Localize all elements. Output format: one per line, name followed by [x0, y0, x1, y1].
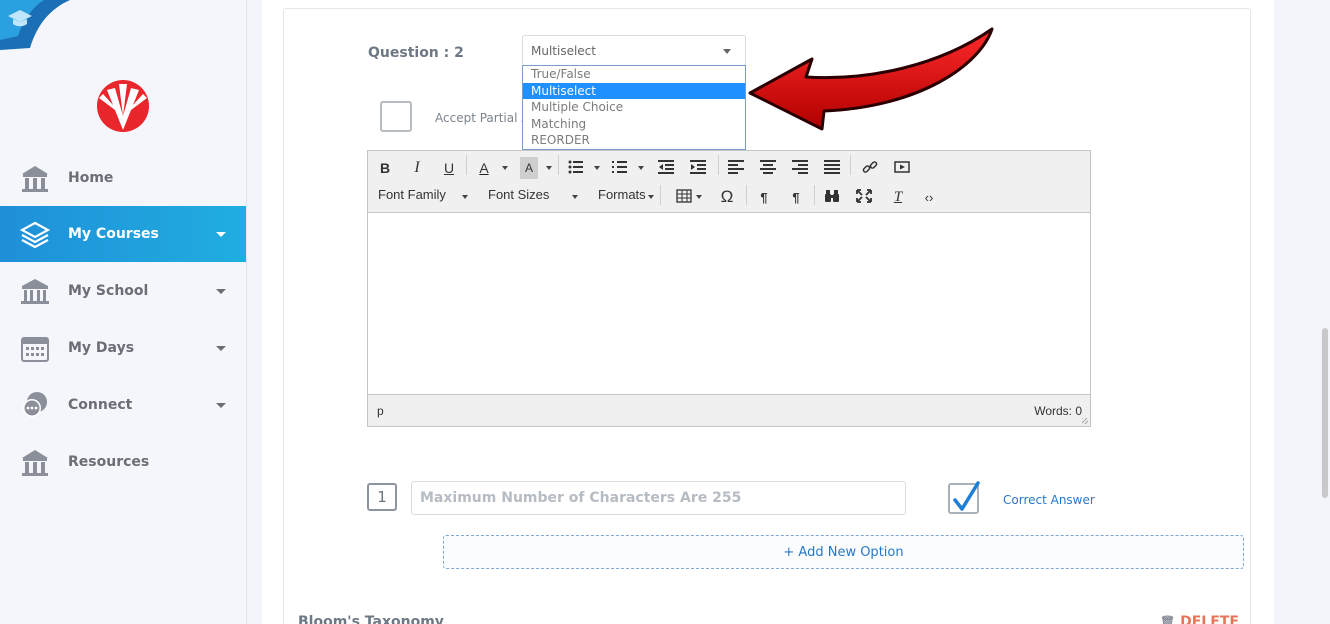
- background-color-button[interactable]: A: [520, 157, 538, 179]
- font-family-select[interactable]: Font Family: [378, 187, 446, 202]
- bold-button[interactable]: B: [376, 157, 394, 179]
- chevron-down-icon[interactable]: [216, 403, 226, 408]
- editor-statusbar: p Words: 0: [368, 394, 1090, 426]
- align-justify-icon[interactable]: [824, 159, 840, 175]
- toolbar-separator: [466, 155, 467, 175]
- accept-partial-label: Accept Partial A: [435, 111, 530, 125]
- sidebar: Home My Courses My School My Days Connec…: [0, 0, 247, 624]
- resize-handle-icon[interactable]: [1082, 418, 1088, 424]
- text-color-button[interactable]: A: [474, 157, 494, 179]
- chevron-down-icon[interactable]: [546, 166, 552, 170]
- sidebar-item-my-school[interactable]: My School: [0, 263, 246, 319]
- layers-icon: [20, 221, 50, 248]
- chevron-down-icon[interactable]: [216, 289, 226, 294]
- binoculars-icon[interactable]: [824, 189, 840, 203]
- chevron-down-icon[interactable]: [594, 166, 600, 170]
- dropdown-option-reorder[interactable]: REORDER: [523, 132, 745, 149]
- add-new-option-button[interactable]: + Add New Option: [443, 535, 1244, 569]
- formats-select[interactable]: Formats: [598, 187, 646, 202]
- rich-text-editor: B I U A A Font Family Font Sizes Formats…: [367, 150, 1091, 427]
- chevron-down-icon[interactable]: [696, 195, 702, 199]
- dropdown-option-multiple-choice[interactable]: Multiple Choice: [523, 99, 745, 116]
- chevron-down-icon[interactable]: [638, 166, 644, 170]
- source-code-icon[interactable]: ‹›: [920, 186, 938, 208]
- indent-icon[interactable]: [690, 159, 706, 175]
- dropdown-option-multiselect[interactable]: Multiselect: [523, 82, 745, 99]
- link-icon[interactable]: [862, 159, 878, 175]
- accept-partial-checkbox[interactable]: [380, 101, 412, 132]
- toolbar-separator: [660, 185, 661, 205]
- graduation-cap-badge-icon: [0, 0, 70, 50]
- sidebar-item-label: My School: [68, 283, 149, 299]
- add-new-option-label: + Add New Option: [783, 544, 904, 560]
- numbered-list-icon[interactable]: [612, 159, 628, 175]
- ltr-direction-icon[interactable]: ¶: [756, 186, 772, 208]
- sidebar-item-connect[interactable]: Connect: [0, 377, 246, 433]
- bullet-list-icon[interactable]: [568, 159, 584, 175]
- chevron-down-icon[interactable]: [216, 346, 226, 351]
- question-type-select[interactable]: Multiselect: [522, 35, 746, 66]
- toolbar-separator: [850, 155, 851, 175]
- question-type-value: Multiselect: [531, 44, 596, 58]
- editor-toolbar: B I U A A Font Family Font Sizes Formats…: [368, 151, 1090, 213]
- dropdown-option-true-false[interactable]: True/False: [523, 66, 745, 83]
- sidebar-item-my-days[interactable]: My Days: [0, 320, 246, 376]
- special-character-icon[interactable]: Ω: [718, 186, 736, 208]
- option-text-input[interactable]: Maximum Number of Characters Are 255: [411, 481, 906, 515]
- sidebar-item-my-courses[interactable]: My Courses: [0, 206, 246, 262]
- sidebar-item-label: My Days: [68, 340, 135, 356]
- chevron-down-icon[interactable]: [462, 195, 468, 199]
- table-icon[interactable]: [676, 189, 692, 203]
- sidebar-item-label: Connect: [68, 397, 133, 413]
- delete-label: DELETE: [1180, 614, 1239, 624]
- word-count: Words: 0: [1034, 404, 1082, 418]
- media-icon[interactable]: [894, 159, 910, 175]
- trash-icon: 🗑: [1160, 615, 1176, 624]
- sidebar-item-resources[interactable]: Resources: [0, 434, 246, 490]
- school-building-icon: [22, 450, 48, 476]
- chevron-down-icon[interactable]: [502, 166, 508, 170]
- sidebar-item-label: Home: [68, 170, 114, 186]
- rtl-direction-icon[interactable]: ¶: [788, 186, 804, 208]
- align-right-icon[interactable]: [792, 159, 808, 175]
- chevron-down-icon: [723, 49, 731, 54]
- chevron-down-icon[interactable]: [572, 195, 578, 199]
- chevron-down-icon[interactable]: [648, 195, 654, 199]
- page-scrollbar[interactable]: [1322, 328, 1328, 498]
- option-number-badge: 1: [367, 483, 397, 511]
- font-sizes-select[interactable]: Font Sizes: [488, 187, 549, 202]
- clear-formatting-icon[interactable]: T: [890, 186, 906, 208]
- question-type-dropdown: True/False Multiselect Multiple Choice M…: [522, 65, 746, 150]
- calendar-icon: [21, 337, 49, 362]
- option-input-placeholder: Maximum Number of Characters Are 255: [420, 490, 742, 506]
- checkmark-icon: [953, 481, 980, 511]
- sidebar-item-label: Resources: [68, 454, 150, 470]
- dropdown-option-matching[interactable]: Matching: [523, 116, 745, 133]
- question-number-label: Question : 2: [368, 45, 464, 61]
- delete-button[interactable]: 🗑 DELETE: [1160, 614, 1239, 624]
- sidebar-item-home[interactable]: Home: [0, 150, 246, 206]
- chevron-down-icon[interactable]: [216, 232, 226, 237]
- correct-answer-checkbox[interactable]: [948, 481, 980, 514]
- blooms-taxonomy-heading: Bloom's Taxonomy: [298, 614, 444, 624]
- align-left-icon[interactable]: [728, 159, 744, 175]
- institution-icon: [21, 279, 49, 304]
- underline-button[interactable]: U: [440, 157, 458, 179]
- toolbar-separator: [746, 185, 747, 205]
- italic-button[interactable]: I: [408, 157, 426, 179]
- fullscreen-icon[interactable]: [856, 189, 872, 203]
- correct-answer-label[interactable]: Correct Answer: [1003, 493, 1095, 507]
- toolbar-separator: [814, 185, 815, 205]
- editor-content-area[interactable]: [368, 213, 1090, 394]
- align-center-icon[interactable]: [760, 159, 776, 175]
- sidebar-item-label: My Courses: [68, 226, 159, 242]
- school-building-icon: [22, 166, 48, 192]
- school-logo: [97, 80, 149, 132]
- toolbar-separator: [718, 155, 719, 175]
- outdent-icon[interactable]: [658, 159, 674, 175]
- element-path[interactable]: p: [377, 404, 384, 418]
- red-pointer-arrow-icon: [748, 27, 994, 131]
- chat-bubbles-icon: [23, 392, 47, 417]
- toolbar-separator: [558, 155, 559, 175]
